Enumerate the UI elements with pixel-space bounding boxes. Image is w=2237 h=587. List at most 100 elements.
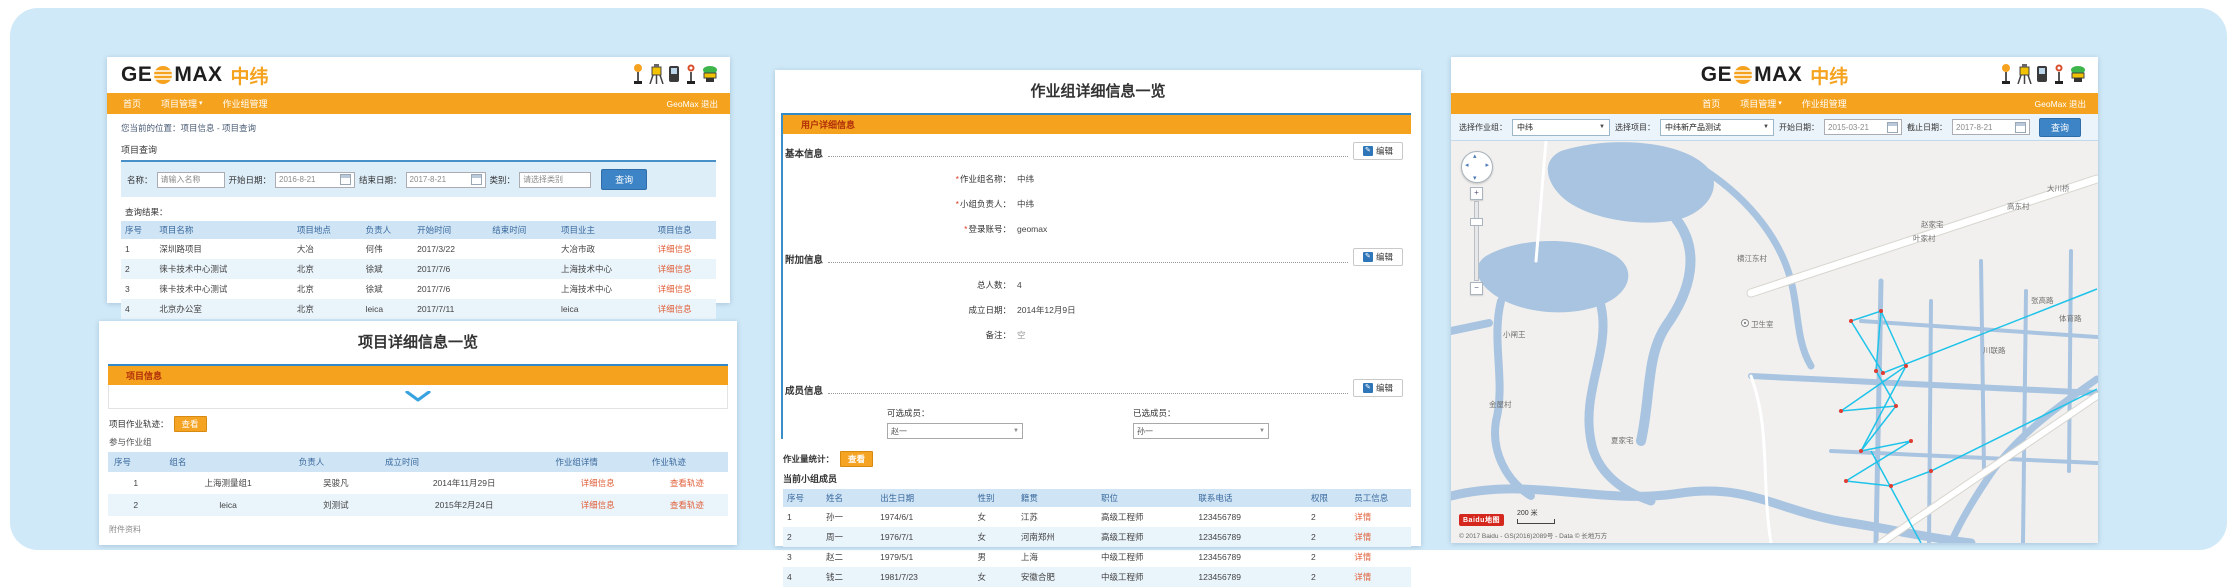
table-link[interactable]: 查看轨迹 <box>670 500 704 510</box>
table-cell: 大冶 <box>293 239 362 259</box>
table-cell: 123456789 <box>1194 547 1307 567</box>
table-cell: 中级工程师 <box>1097 567 1194 587</box>
project-select[interactable]: 中纬新产品测试▼ <box>1660 119 1774 136</box>
required-mark: * <box>964 224 967 234</box>
project-detail-window: 项目详细信息一览 项目信息 项目作业轨迹： 查看 参与作业组 序号组名负责人成立… <box>99 321 737 545</box>
table-cell <box>488 279 557 299</box>
end-date-input[interactable]: 2017-8-21 <box>406 172 486 188</box>
table-link[interactable]: 详情 <box>1354 512 1371 522</box>
workgroup-select[interactable]: 中纬▼ <box>1512 119 1610 136</box>
logo-text-ge: GE <box>121 63 152 87</box>
remark-value: 空 <box>1017 329 1026 341</box>
edit-members-button[interactable]: ✎编辑 <box>1353 379 1403 397</box>
view-track-button[interactable]: 查看 <box>174 416 207 432</box>
map-labels: 小闸王 金屋村 夏家宅 横江东村 叶家村 赵家宅 高东村 大川桥 卫生室 张高路… <box>1489 183 2082 445</box>
table-cell: 周一 <box>822 527 876 547</box>
table-link[interactable]: 详细信息 <box>658 304 692 314</box>
zoom-out-button[interactable]: − <box>1470 282 1483 295</box>
table-row: 2周一1976/7/1女河南郑州高级工程师1234567892详情 <box>783 527 1411 547</box>
pan-down-icon[interactable]: ▾ <box>1473 174 1477 182</box>
calendar-icon[interactable] <box>340 174 351 185</box>
column-header: 作业组详情 <box>549 452 645 472</box>
zoom-handle[interactable] <box>1470 218 1483 226</box>
table-cell: 详细信息 <box>549 472 645 494</box>
pan-right-icon[interactable]: ▸ <box>1485 161 1489 169</box>
search-toolbar: 名称： 请输入名称 开始日期： 2016-8-21 结束日期： 2017-8-2… <box>121 160 716 197</box>
edit-basic-button[interactable]: ✎编辑 <box>1353 142 1403 160</box>
account-value: geomax <box>1017 224 1047 234</box>
current-members-label: 当前小组成员 <box>783 472 1421 485</box>
type-input[interactable]: 请选择类别 <box>519 172 591 188</box>
table-cell: 刘测试 <box>293 494 379 516</box>
table-link[interactable]: 查看轨迹 <box>670 478 704 488</box>
chevron-down-icon: ▼ <box>1599 124 1605 130</box>
logout-link[interactable]: GeoMax 退出 <box>2035 98 2087 110</box>
table-cell: 徕卡技术中心测试 <box>155 259 292 279</box>
nav-project-management[interactable]: 项目管理▾ <box>161 97 203 110</box>
table-link[interactable]: 详细信息 <box>658 244 692 254</box>
nav-project-management[interactable]: 项目管理▾ <box>1740 97 1782 110</box>
zoom-track[interactable] <box>1474 201 1479 281</box>
table-link[interactable]: 详细信息 <box>581 478 615 488</box>
start-date-input[interactable]: 2015-03-21 <box>1824 119 1902 135</box>
logo-text-zhongwei: 中纬 <box>231 62 269 89</box>
query-button[interactable]: 查询 <box>2039 118 2081 137</box>
nav-home[interactable]: 首页 <box>1702 97 1720 110</box>
table-link[interactable]: 详细信息 <box>581 500 615 510</box>
pan-left-icon[interactable]: ◂ <box>1465 161 1469 169</box>
end-date-label: 结束日期： <box>359 174 402 186</box>
table-cell: 上海技术中心 <box>557 259 654 279</box>
table-cell: 2017/7/6 <box>413 279 488 299</box>
table-cell: 123456789 <box>1194 507 1307 527</box>
table-cell: 详情 <box>1350 527 1411 547</box>
table-cell <box>488 299 557 319</box>
table-cell: 详细信息 <box>654 259 716 279</box>
auto-level-icon <box>2070 64 2086 84</box>
query-button[interactable]: 查询 <box>601 169 647 190</box>
table-cell: leica <box>163 494 292 516</box>
map-filter-toolbar: 选择作业组： 中纬▼ 选择项目： 中纬新产品测试▼ 开始日期： 2015-03-… <box>1451 114 2098 141</box>
calendar-icon[interactable] <box>2015 122 2026 133</box>
map-canvas[interactable]: 小闸王 金屋村 夏家宅 横江东村 叶家村 赵家宅 高东村 大川桥 卫生室 张高路… <box>1451 141 2098 543</box>
table-link[interactable]: 详情 <box>1354 552 1371 562</box>
logout-link[interactable]: GeoMax 退出 <box>667 98 719 110</box>
column-header: 出生日期 <box>876 489 973 507</box>
column-header: 性别 <box>974 489 1017 507</box>
table-link[interactable]: 详细信息 <box>658 264 692 274</box>
pencil-icon: ✎ <box>1363 146 1373 156</box>
table-cell: 男 <box>974 547 1017 567</box>
map-zoom-slider[interactable]: + − <box>1470 187 1482 295</box>
available-members-select[interactable]: 赵一▼ <box>887 423 1023 439</box>
calendar-icon[interactable] <box>471 174 482 185</box>
column-header: 项目地点 <box>293 221 362 239</box>
total-members-value: 4 <box>1017 280 1022 290</box>
name-input[interactable]: 请输入名称 <box>157 172 225 188</box>
zoom-in-button[interactable]: + <box>1470 187 1483 200</box>
track-map-window: GE MAX 中纬 首页 项目管理▾ 作业组管理 GeoMax 退出 选择作业组… <box>1451 57 2098 543</box>
table-cell: 查看轨迹 <box>646 472 728 494</box>
required-mark: * <box>956 199 959 209</box>
pan-up-icon[interactable]: ▴ <box>1473 152 1477 160</box>
table-link[interactable]: 详情 <box>1354 532 1371 542</box>
table-cell: 江苏 <box>1017 507 1097 527</box>
map-scale: 200 米 <box>1517 508 1555 524</box>
calendar-icon[interactable] <box>1887 122 1898 133</box>
data-controller-icon <box>668 64 680 84</box>
nav-home[interactable]: 首页 <box>123 97 141 110</box>
table-link[interactable]: 详细信息 <box>658 284 692 294</box>
end-date-input[interactable]: 2017-8-21 <box>1952 119 2030 135</box>
map-pan-control[interactable]: ▴ ▾ ◂ ▸ <box>1461 151 1493 183</box>
selected-members-select[interactable]: 孙一▼ <box>1133 423 1269 439</box>
nav-workgroup-management[interactable]: 作业组管理 <box>223 97 268 110</box>
section-title: 项目查询 <box>121 143 716 156</box>
collapse-toggle[interactable] <box>108 385 728 409</box>
view-stats-button[interactable]: 查看 <box>840 451 873 467</box>
start-date-input[interactable]: 2016-8-21 <box>275 172 355 188</box>
table-row: 2leica刘测试2015年2月24日详细信息查看轨迹 <box>108 494 728 516</box>
table-link[interactable]: 详情 <box>1354 572 1371 582</box>
members-table: 序号姓名出生日期性别籍贯职位联系电话权限员工信息1孙一1974/6/1女江苏高级… <box>783 489 1411 587</box>
geomax-logo: GE MAX 中纬 <box>1701 62 1849 89</box>
nav-workgroup-management[interactable]: 作业组管理 <box>1802 97 1847 110</box>
map-label: 张高路 <box>2031 295 2054 305</box>
edit-extra-button[interactable]: ✎编辑 <box>1353 248 1403 266</box>
